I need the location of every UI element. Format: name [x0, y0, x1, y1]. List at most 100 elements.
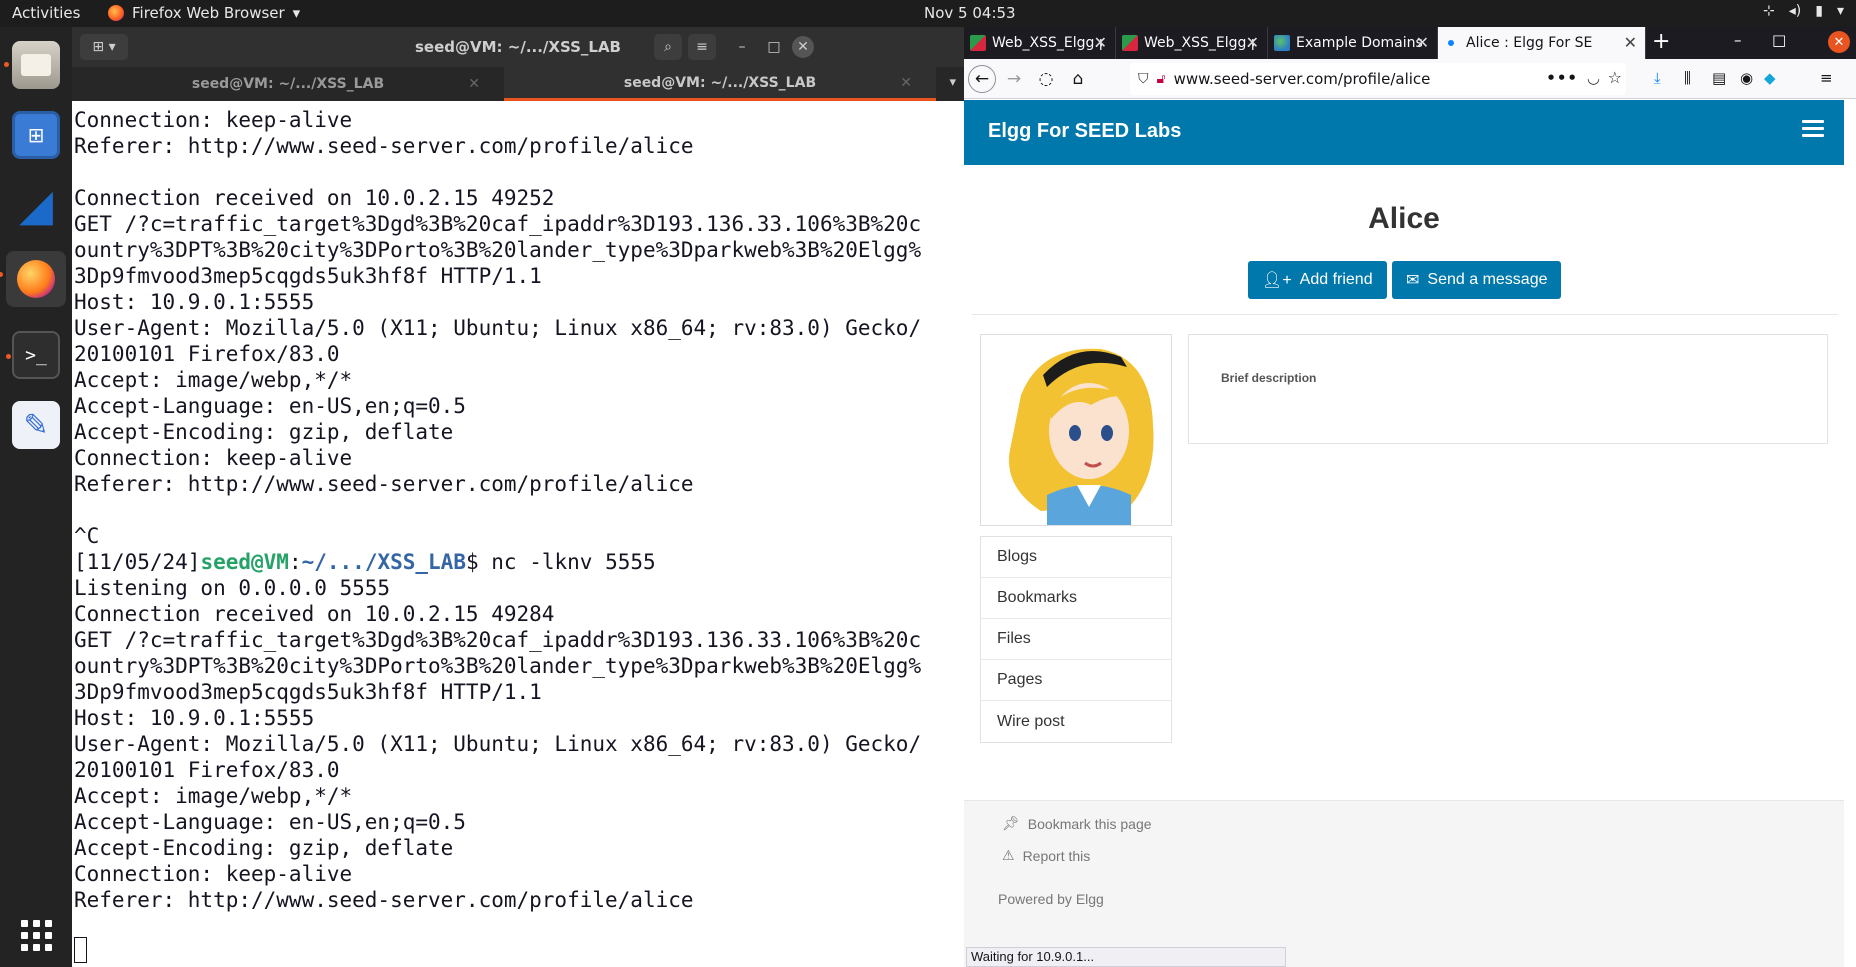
dock-firefox[interactable] [0, 251, 66, 307]
avatar[interactable] [980, 334, 1172, 526]
browser-tab-4[interactable]: Alice : Elgg For SE ✕ [1438, 27, 1646, 59]
clock[interactable]: Nov 5 04:53 [924, 4, 1016, 22]
stop-button[interactable]: ◌ [1032, 65, 1060, 93]
profile-name: Alice [1368, 202, 1440, 235]
close-tab-icon[interactable]: ✕ [1624, 33, 1637, 52]
library-icon[interactable]: ⫼ [1684, 69, 1691, 87]
close-tab-icon[interactable]: ✕ [1416, 33, 1429, 52]
dock-wireshark[interactable]: ◢ [12, 180, 60, 231]
bookmark-page-link[interactable]: 📌︎ Bookmark this page [1002, 815, 1152, 832]
url-bar[interactable]: ⛉ 🔓︎ www.seed-server.com/profile/alice •… [1130, 63, 1626, 95]
terminal-output[interactable]: Connection: keep-alive Referer: http://ww… [72, 107, 952, 913]
pencil-icon: ✎ [23, 407, 49, 443]
close-button[interactable]: ✕ [792, 36, 814, 58]
close-tab-icon[interactable]: ✕ [1094, 33, 1107, 52]
powered-by-link[interactable]: Powered by Elgg [998, 891, 1104, 907]
forward-button[interactable]: → [1000, 65, 1028, 93]
downloads-icon[interactable]: ⤓ [1654, 69, 1661, 87]
app-grid-icon [20, 919, 52, 951]
firefox-window: Web_XSS_Elgg.pd✕ Web_XSS_Elgg.pd✕ Exampl… [964, 27, 1856, 967]
minimize-button[interactable]: – [728, 34, 756, 60]
alice-avatar-image [981, 335, 1171, 525]
close-tab-icon[interactable]: ✕ [900, 75, 912, 91]
profile-details: Brief description [1188, 334, 1828, 444]
system-tray[interactable]: ⊹ ◂) ▮ ▾ [1763, 3, 1844, 19]
close-icon: ✕ [797, 39, 809, 55]
tab-terminal-1[interactable]: seed@VM: ~/.../XSS_LAB ✕ [72, 67, 504, 101]
search-button[interactable]: ⌕ [654, 34, 682, 60]
maximize-icon: □ [767, 39, 781, 55]
dock-screenshot[interactable]: ⊞ [12, 111, 60, 159]
close-tab-icon[interactable]: ✕ [468, 76, 480, 92]
prompt-path: ~/.../XSS_LAB [301, 550, 466, 574]
add-friend-button[interactable]: 👤︎+ Add friend [1248, 261, 1387, 299]
tab-list-chevron-icon[interactable]: ▾ [949, 75, 956, 90]
page-actions-icon[interactable]: ••• [1546, 69, 1578, 87]
owner-menu-item[interactable]: Bookmarks [981, 578, 1171, 619]
terminal-line: ountry%3DPT%3B%20city%3DPorto%3B%20lande… [74, 654, 922, 678]
sidebar-icon[interactable]: ▤ [1712, 69, 1726, 87]
browser-tab-3[interactable]: Example Domains ✕ [1268, 27, 1438, 59]
terminal-line: Connection: keep-alive [74, 108, 353, 132]
running-indicator [6, 354, 11, 359]
insecure-lock-icon[interactable]: 🔓︎ [1157, 71, 1166, 87]
loading-spinner-icon: ◌ [1038, 69, 1054, 89]
terminal-line: Accept: image/webp,*/* [74, 784, 353, 808]
terminal-tabs: seed@VM: ~/.../XSS_LAB ✕ seed@VM: ~/.../… [72, 67, 964, 101]
close-window-icon[interactable]: ✕ [1828, 31, 1850, 53]
activities-button[interactable]: Activities [12, 4, 80, 22]
new-tab-plus-icon[interactable]: + [1652, 29, 1670, 54]
site-brand-link[interactable]: Elgg For SEED Labs [988, 120, 1181, 143]
elgg-topbar: Elgg For SEED Labs [964, 100, 1844, 165]
pocket-icon[interactable]: ◡ [1587, 69, 1600, 87]
link-label: Bookmark this page [1027, 815, 1152, 832]
tab-terminal-2[interactable]: seed@VM: ~/.../XSS_LAB ✕ [504, 67, 936, 101]
maximize-icon[interactable]: □ [1772, 31, 1786, 49]
dock-terminal[interactable]: >_ [6, 331, 60, 379]
warning-icon: ⚠ [1002, 847, 1015, 863]
hamburger-menu-icon[interactable]: ≡ [1820, 69, 1833, 87]
extension-icon[interactable]: ◆ [1764, 69, 1776, 87]
dock-text-editor[interactable]: ✎ [12, 401, 60, 449]
minimize-icon[interactable]: – [1734, 31, 1742, 49]
show-applications-button[interactable] [12, 911, 60, 959]
prompt-command: nc -lknv 5555 [491, 550, 656, 574]
button-label: Send a message [1427, 271, 1548, 288]
menu-button[interactable]: ≡ [688, 34, 716, 60]
tab-label: seed@VM: ~/.../XSS_LAB [191, 76, 385, 92]
owner-menu-item[interactable]: Wire post [981, 701, 1171, 742]
owner-menu-item[interactable]: Blogs [981, 537, 1171, 578]
account-icon[interactable]: ◉ [1740, 69, 1753, 87]
terminal-line: GET /?c=traffic_target%3Dgd%3B%20caf_ipa… [74, 212, 922, 236]
hamburger-icon[interactable] [1802, 120, 1824, 141]
app-menu[interactable]: Firefox Web Browser ▾ [108, 4, 300, 22]
back-button[interactable]: ← [968, 65, 996, 93]
browser-tab-2[interactable]: Web_XSS_Elgg.pd✕ [1116, 27, 1268, 59]
owner-menu-item[interactable]: Files [981, 619, 1171, 660]
pushpin-icon: 📌︎ [1002, 815, 1020, 831]
browser-tab-1[interactable]: Web_XSS_Elgg.pd✕ [964, 27, 1116, 59]
bookmark-star-icon[interactable]: ☆ [1608, 68, 1622, 87]
terminal-line: ^C [74, 524, 100, 548]
tracking-shield-icon[interactable]: ⛉ [1138, 71, 1149, 87]
arrow-right-icon: → [1006, 69, 1022, 89]
terminal-line: Accept-Language: en-US,en;q=0.5 [74, 394, 466, 418]
send-message-button[interactable]: ✉ Send a message [1392, 261, 1562, 299]
report-link[interactable]: ⚠ Report this [1002, 847, 1090, 864]
terminal-line: Connection: keep-alive [74, 446, 353, 470]
running-indicator [4, 62, 9, 67]
link-label: Report this [1022, 847, 1091, 864]
minimize-icon: – [738, 39, 746, 55]
terminal-icon: >_ [25, 344, 47, 366]
terminal-line: Host: 10.9.0.1:5555 [74, 706, 315, 730]
dock-files[interactable] [4, 41, 60, 89]
maximize-button[interactable]: □ [760, 34, 788, 60]
status-bar: Waiting for 10.9.0.1... [966, 947, 1286, 967]
close-tab-icon[interactable]: ✕ [1246, 33, 1259, 52]
home-button[interactable]: ⌂ [1064, 65, 1092, 93]
owner-menu-item[interactable]: Pages [981, 660, 1171, 701]
terminal-line: Connection received on 10.0.2.15 49252 [74, 186, 555, 210]
terminal-line: Referer: http://www.seed-server.com/prof… [74, 134, 694, 158]
home-icon: ⌂ [1072, 69, 1084, 89]
